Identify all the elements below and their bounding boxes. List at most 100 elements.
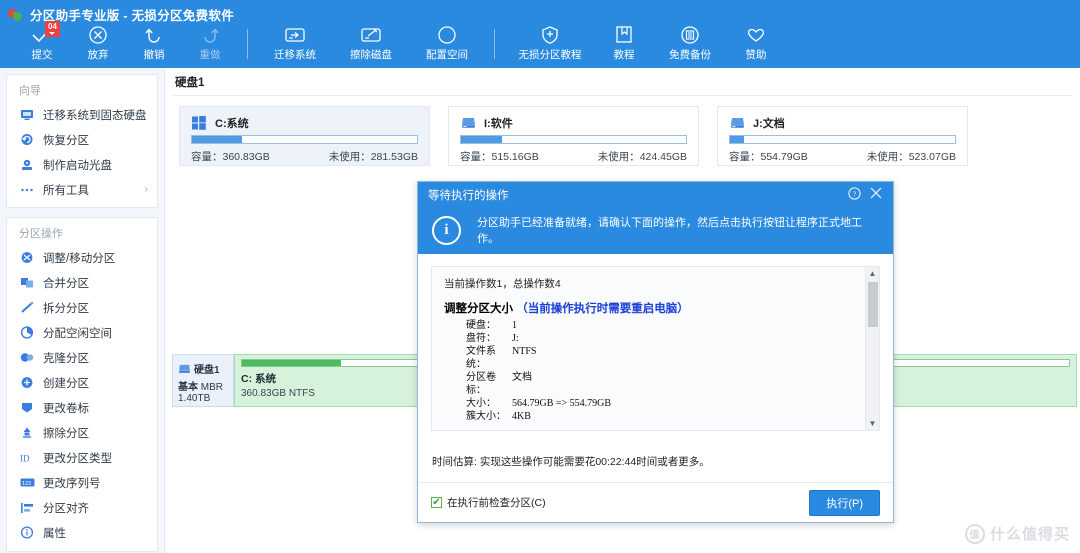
wipe-disk-icon [360,25,382,45]
sidebar-item-clone[interactable]: 克隆分区 [7,345,157,370]
toolbar-label: 教程 [613,49,635,61]
help-circle-icon[interactable]: ? [843,186,865,203]
monitor-migrate-icon [19,108,35,122]
toolbar-separator [494,29,495,59]
watermark-text: 什么值得买 [989,526,1070,543]
disk-card-footer: 容量：554.79GB 未使用：523.07GB [729,149,956,164]
dialog-title: 等待执行的操作 [428,189,509,202]
sidebar-item-all-tools[interactable]: 所有工具 › [7,177,157,202]
resize-move-icon [19,251,35,265]
sidebar-item-label: 擦除分区 [43,427,89,440]
disk-card-name: J:文档 [753,118,785,130]
checkbox-box[interactable]: ✔ [431,497,442,508]
info-circle-icon: i [432,215,461,245]
toolbar-label: 无损分区教程 [518,49,582,61]
pie-space-icon [437,25,457,45]
dialog-banner-text: 分区助手已经准备就绪，请确认下面的操作，然后点击执行按钮让程序正式地工作。 [477,217,862,245]
create-partition-icon [19,376,35,390]
shield-plus-icon [540,25,560,45]
disk-info-name-line: 硬盘1 [178,361,233,376]
caret-up-icon[interactable]: ▲ [866,267,879,280]
toolbar-button-submit[interactable]: 04 提交 [14,21,70,62]
toolbar-separator [247,29,248,59]
disk-card-header: I:软件 [460,115,687,131]
backup-circle-icon [680,25,700,45]
execute-button[interactable]: 执行(P) [809,489,880,516]
app-header: 分区助手专业版 - 无损分区免费软件 04 提交 放弃 撤销 重做 迁移系统 擦… [0,0,1080,68]
operation-counter: 当前操作数1，总操作数4 [444,278,561,290]
operation-item-1: 当前操作数1，总操作数4 调整分区大小 （当前操作执行时需要重启电脑） 硬盘： 1… [444,276,879,423]
disk-card-i[interactable]: I:软件 容量：515.16GB 未使用：424.45GB [448,106,699,166]
sidebar-item-label: 拆分分区 [43,302,89,315]
toolbar-label: 放弃 [87,49,109,61]
sidebar-item-recover-partition[interactable]: 恢复分区 [7,127,157,152]
sidebar-item-change-label[interactable]: 更改卷标 [7,395,157,420]
sidebar-item-properties[interactable]: 属性 [7,520,157,545]
operation-detail-row: 分区卷标： 文档 [466,372,532,396]
disk-card-name: C:系统 [215,118,249,130]
toolbar-button-undo[interactable]: 撤销 [126,25,182,62]
toolbar-button-free-backup[interactable]: 免费备份 [652,25,728,62]
submit-badge: 04 [45,21,60,37]
operation-title: 调整分区大小 （当前操作执行时需要重启电脑） [444,303,689,315]
sidebar-item-label: 更改卷标 [43,402,89,415]
toolbar-button-partition-tutorial[interactable]: 无损分区教程 [504,25,596,62]
windows-icon [191,116,207,130]
operations-list: 当前操作数1，总操作数4 调整分区大小 （当前操作执行时需要重启电脑） 硬盘： 1… [431,266,880,431]
unused-text: 未使用：424.45GB [597,151,687,163]
toolbar-button-redo[interactable]: 重做 [182,25,238,62]
disk-card-j[interactable]: J:文档 容量：554.79GB 未使用：523.07GB [717,106,968,166]
unused-text: 未使用：281.53GB [328,151,418,163]
dots-icon [19,183,35,197]
sidebar-item-merge[interactable]: 合并分区 [7,270,157,295]
capacity-text: 容量：554.79GB [729,151,808,163]
toolbar-button-discard[interactable]: 放弃 [70,25,126,62]
disk-card-header: C:系统 [191,115,418,131]
operations-list-inner: 当前操作数1，总操作数4 调整分区大小 （当前操作执行时需要重启电脑） 硬盘： 1… [432,267,879,430]
allocate-space-icon [19,326,35,340]
sidebar-item-migrate-os[interactable]: 迁移系统到固态硬盘 [7,102,157,127]
disk-info-name: 硬盘1 [194,365,220,376]
sidebar-item-allocate-space[interactable]: 分配空闲空间 [7,320,157,345]
svg-text:123: 123 [22,481,31,487]
close-icon[interactable] [865,187,887,202]
disk-card-c[interactable]: C:系统 容量：360.83GB 未使用：281.53GB [179,106,430,166]
disk-info-block[interactable]: 硬盘1 基本 MBR 1.40TB [172,354,234,407]
heart-icon [746,25,766,45]
toolbar-button-donate[interactable]: 赞助 [728,25,784,62]
checkbox-label: 在执行前检查分区(C) [447,497,546,509]
toolbar-label: 免费备份 [669,49,711,61]
operations-scrollbar[interactable]: ▲ ▼ [865,267,879,430]
usage-bar [729,135,956,144]
sidebar-item-create-partition[interactable]: 创建分区 [7,370,157,395]
sidebar-item-align-partition[interactable]: 分区对齐 [7,495,157,520]
sidebar-item-split[interactable]: 拆分分区 [7,295,157,320]
toolbar-button-wipe-disk[interactable]: 擦除磁盘 [333,25,409,62]
scrollbar-thumb[interactable] [868,282,878,327]
toolbar: 04 提交 放弃 撤销 重做 迁移系统 擦除磁盘 配置空间 无损分区教程 教程 … [0,21,1080,69]
caret-down-icon[interactable]: ▼ [866,417,879,430]
merge-partition-icon [19,276,35,290]
sidebar-item-label: 所有工具 [43,184,89,197]
toolbar-button-tutorial[interactable]: 教程 [596,25,652,62]
sidebar-item-wipe-partition[interactable]: 擦除分区 [7,420,157,445]
toolbar-button-configure-space[interactable]: 配置空间 [409,25,485,62]
check-partitions-checkbox[interactable]: ✔ 在执行前检查分区(C) [431,495,809,510]
sidebar-wizard-card: 向导 迁移系统到固态硬盘 恢复分区 制作启动光盘 所有工具 › [6,74,158,208]
sidebar-item-boot-disc[interactable]: 制作启动光盘 [7,152,157,177]
usage-bar [460,135,687,144]
sidebar-wizard-header: 向导 [19,85,41,97]
clone-partition-icon [19,351,35,365]
properties-info-icon [19,526,35,540]
sidebar-item-change-type[interactable]: ID 更改分区类型 [7,445,157,470]
book-icon [615,25,633,45]
disk-card-footer: 容量：515.16GB 未使用：424.45GB [460,149,687,164]
sidebar-item-change-serial[interactable]: 123 更改序列号 [7,470,157,495]
watermark-mark: 值 [964,523,985,544]
sidebar-item-resize-move[interactable]: 调整/移动分区 [7,245,157,270]
disk-info-total: 1.40TB [178,393,211,404]
toolbar-label: 配置空间 [426,49,468,61]
sidebar-item-label: 制作启动光盘 [43,159,112,172]
disk-card-footer: 容量：360.83GB 未使用：281.53GB [191,149,418,164]
toolbar-button-migrate-system[interactable]: 迁移系统 [257,25,333,62]
